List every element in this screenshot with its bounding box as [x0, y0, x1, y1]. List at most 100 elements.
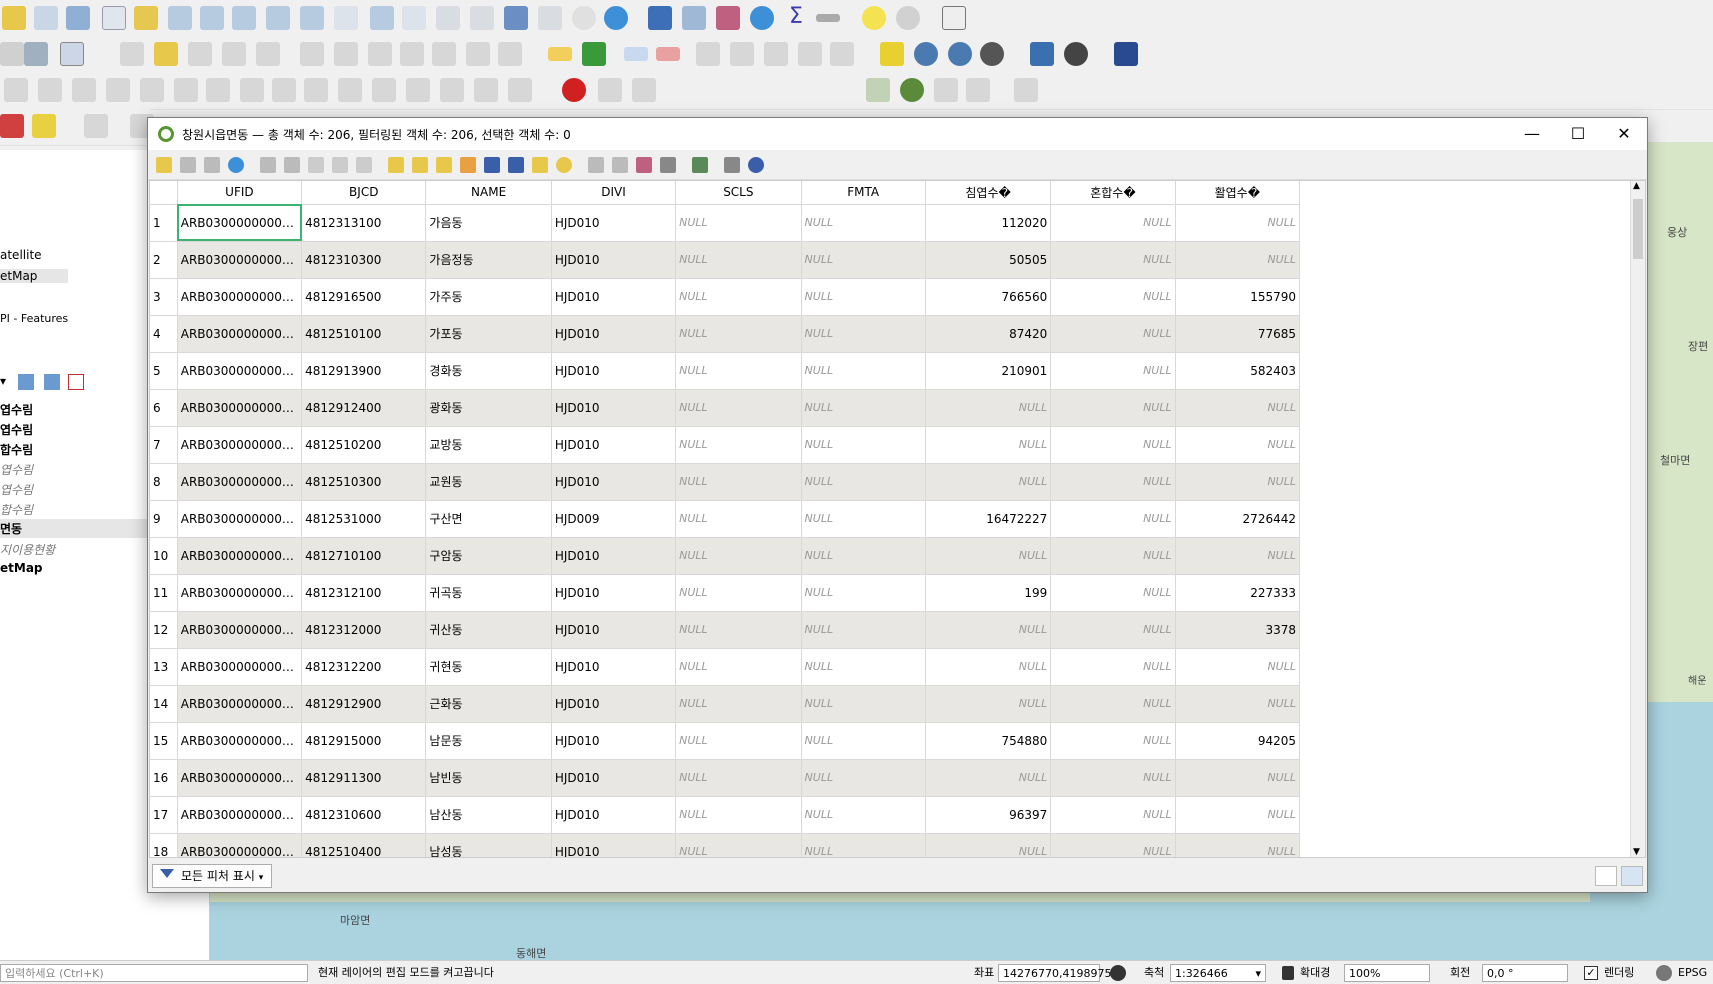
column-header[interactable]: UFID	[177, 181, 303, 205]
help-icon[interactable]	[1114, 42, 1138, 66]
label-props-icon[interactable]	[798, 42, 822, 66]
table-cell[interactable]: NULL	[1050, 574, 1176, 612]
wfs-icon[interactable]	[948, 42, 972, 66]
zoom-out-icon[interactable]	[200, 6, 224, 30]
scale-select[interactable]: 1:326466 ▾	[1170, 964, 1266, 982]
table-cell[interactable]: 766560	[925, 278, 1052, 316]
table-cell[interactable]: NULL	[1175, 204, 1301, 242]
zoom-next-icon[interactable]	[402, 6, 426, 30]
table-cell[interactable]: ARB03000000009H...	[177, 315, 303, 353]
diagram-icon[interactable]	[582, 42, 606, 66]
column-header[interactable]: FMTA	[801, 181, 926, 205]
table-cell[interactable]: ARB03000000009J9G	[177, 722, 303, 760]
row-number[interactable]: 7	[150, 426, 178, 464]
table-cell[interactable]: NULL	[801, 426, 926, 464]
pan-to-selected-icon[interactable]	[532, 157, 548, 173]
select-expression-icon[interactable]	[388, 157, 404, 173]
redo-icon[interactable]	[498, 42, 522, 66]
add-ring-icon[interactable]	[106, 78, 130, 102]
save-edits-icon[interactable]	[188, 42, 212, 66]
zoom-layer-icon[interactable]	[300, 6, 324, 30]
properties-icon[interactable]	[34, 6, 58, 30]
open-project-icon[interactable]	[2, 6, 26, 30]
table-row[interactable]: 10 ARB03000000009ISY 4812710100 구암동 HJD010 NU…	[150, 537, 1301, 575]
table-cell[interactable]: NULL	[925, 426, 1052, 464]
self-snap-icon[interactable]	[1014, 78, 1038, 102]
table-cell[interactable]: NULL	[675, 204, 802, 242]
rotate-feature-icon[interactable]	[38, 78, 62, 102]
table-row[interactable]: 13 ARB03000000009IZ5 4812312200 귀현동 HJD010 NU…	[150, 648, 1301, 686]
layer-mixed-2[interactable]: 합수림	[0, 501, 33, 518]
edit-check-icon[interactable]	[60, 42, 84, 66]
coordinate-field[interactable]: 14276770,4198975	[998, 964, 1111, 982]
attribute-table-icon[interactable]	[682, 6, 706, 30]
snapping-mode-icon[interactable]	[632, 78, 656, 102]
table-cell[interactable]: NULL	[801, 463, 926, 501]
zoom-last-icon[interactable]	[370, 6, 394, 30]
table-row[interactable]: 4 ARB03000000009H... 4812510100 가포동 HJD010 NU…	[150, 315, 1301, 353]
table-cell[interactable]: NULL	[925, 648, 1052, 686]
column-header[interactable]: BJCD	[301, 181, 427, 205]
table-cell[interactable]: NULL	[801, 204, 926, 242]
table-cell[interactable]: NULL	[1050, 500, 1176, 538]
delete-feature-icon[interactable]	[284, 157, 300, 173]
row-number[interactable]: 18	[150, 833, 178, 857]
simplify-icon[interactable]	[72, 78, 96, 102]
render-checkbox[interactable]: ✓	[1584, 966, 1598, 980]
deselect-icon[interactable]	[0, 114, 24, 138]
column-header[interactable]: 침엽수�	[925, 181, 1052, 205]
table-cell[interactable]: NULL	[1050, 426, 1176, 464]
table-cell[interactable]: HJD010	[551, 685, 677, 723]
table-cell[interactable]: ARB03000000009INT	[177, 426, 303, 464]
scroll-thumb[interactable]	[1633, 199, 1643, 259]
table-cell[interactable]: 4812912900	[301, 685, 427, 723]
fill-ring-icon[interactable]	[174, 78, 198, 102]
table-cell[interactable]: 4812911300	[301, 759, 427, 797]
trim-extend-icon[interactable]	[508, 78, 532, 102]
chevron-down-icon[interactable]: ▾	[0, 374, 6, 388]
select-by-polygon-icon[interactable]	[84, 114, 108, 138]
label-change-icon[interactable]	[764, 42, 788, 66]
select-all-icon[interactable]	[412, 157, 428, 173]
row-number[interactable]: 8	[150, 463, 178, 501]
label-show-icon[interactable]	[656, 47, 680, 61]
gps-icon[interactable]	[24, 42, 48, 66]
reshape-icon[interactable]	[240, 78, 264, 102]
modify-attributes-icon[interactable]	[300, 42, 324, 66]
row-number[interactable]: 16	[150, 759, 178, 797]
table-cell[interactable]: NULL	[675, 648, 802, 686]
magnet-icon[interactable]	[562, 78, 586, 102]
table-cell[interactable]: NULL	[1175, 463, 1301, 501]
table-cell[interactable]: NULL	[1050, 722, 1176, 760]
table-row[interactable]: 8 ARB03000000009I... 4812510300 교원동 HJD010 NU…	[150, 463, 1301, 501]
table-cell[interactable]: 남산동	[425, 796, 552, 834]
merge-attributes-icon[interactable]	[406, 78, 430, 102]
layer-conifer-2[interactable]: 엽수림	[0, 461, 33, 478]
table-cell[interactable]: HJD010	[551, 833, 677, 857]
show-all-features-button[interactable]: 모든 피처 표시 ▾	[152, 864, 273, 888]
magnifier-spinner[interactable]: 100%	[1344, 964, 1430, 982]
table-cell[interactable]: ARB03000000009IZ5	[177, 648, 303, 686]
scroll-down-arrow[interactable]: ▼	[1633, 847, 1640, 857]
table-cell[interactable]: NULL	[801, 241, 926, 279]
table-cell[interactable]: 4812313100	[301, 204, 427, 242]
table-cell[interactable]: NULL	[801, 759, 926, 797]
table-cell[interactable]: HJD010	[551, 611, 677, 649]
table-cell[interactable]: 4812310300	[301, 241, 427, 279]
table-cell[interactable]: ARB03000000009I7D	[177, 352, 303, 390]
form-view-button[interactable]	[1595, 866, 1617, 886]
table-cell[interactable]: 4812710100	[301, 537, 427, 575]
table-cell[interactable]: NULL	[925, 463, 1052, 501]
table-cell[interactable]: ARB03000000009H...	[177, 241, 303, 279]
table-cell[interactable]: NULL	[925, 759, 1052, 797]
table-row[interactable]: 11 ARB03000000009I... 4812312100 귀곡동 HJD010 N…	[150, 574, 1301, 612]
table-cell[interactable]: 근화동	[425, 685, 552, 723]
table-row[interactable]: 17 ARB03000000009J... 4812310600 남산동 HJD010 N…	[150, 796, 1301, 834]
move-selection-top-icon[interactable]	[508, 157, 524, 173]
table-cell[interactable]: NULL	[801, 796, 926, 834]
search-icon[interactable]	[748, 157, 764, 173]
layer-landuse[interactable]: 지이용현황	[0, 541, 55, 558]
table-cell[interactable]: ARB03000000009J07	[177, 685, 303, 723]
table-cell[interactable]: 77685	[1175, 315, 1301, 353]
table-cell[interactable]: NULL	[1175, 685, 1301, 723]
